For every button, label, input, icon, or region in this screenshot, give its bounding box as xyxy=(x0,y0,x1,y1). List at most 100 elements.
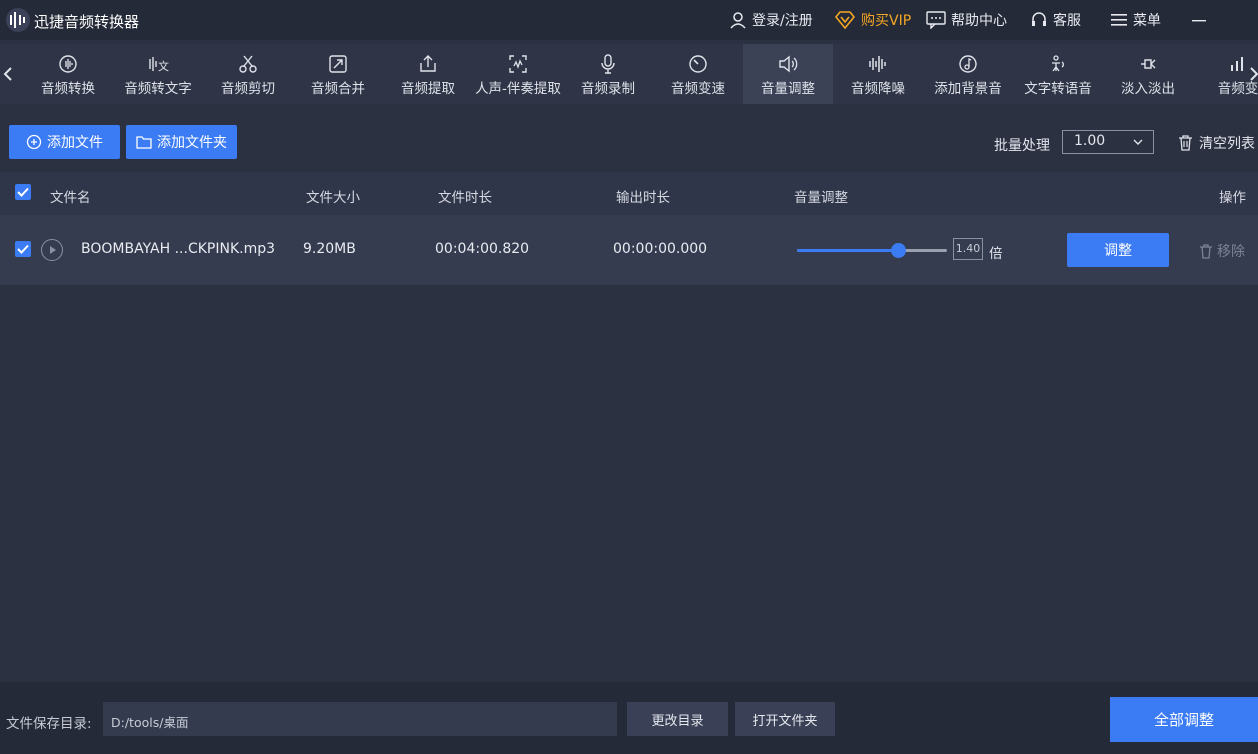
tool-vocal-extract[interactable]: 人声-伴奏提取 xyxy=(473,44,563,104)
background-music-icon xyxy=(959,55,977,73)
add-file-button[interactable]: 添加文件 xyxy=(9,125,120,159)
header-file-duration: 文件时长 xyxy=(438,190,492,206)
svg-text:文: 文 xyxy=(158,59,169,73)
clear-list-button[interactable]: 清空列表 xyxy=(1178,133,1255,153)
microphone-icon xyxy=(601,54,615,74)
service-label: 客服 xyxy=(1053,13,1081,29)
tool-speed[interactable]: 音频变速 xyxy=(653,44,743,104)
select-all-checkbox[interactable] xyxy=(15,184,31,200)
trash-icon xyxy=(1200,243,1212,259)
add-folder-button[interactable]: 添加文件夹 xyxy=(126,125,237,159)
volume-icon xyxy=(779,55,798,73)
batch-volume-select[interactable]: 1.00 xyxy=(1062,130,1154,154)
adjust-all-button[interactable]: 全部调整 xyxy=(1110,697,1258,742)
tool-audio-convert[interactable]: 音频转换 xyxy=(23,44,113,104)
chevron-left-icon xyxy=(3,67,12,81)
open-folder-button[interactable]: 打开文件夹 xyxy=(735,702,835,736)
tool-label: 音频变速 xyxy=(671,81,725,97)
bottom-bar: 文件保存目录: D:/tools/桌面 更改目录 打开文件夹 全部调整 xyxy=(0,682,1258,754)
row-checkbox[interactable] xyxy=(15,241,31,257)
menu-label: 菜单 xyxy=(1133,13,1161,29)
tool-label: 音频转换 xyxy=(41,81,95,97)
batch-process-label: 批量处理 xyxy=(994,138,1050,154)
output-duration: 00:00:00.000 xyxy=(613,241,708,257)
tool-label: 文字转语音 xyxy=(1024,81,1092,97)
file-duration: 00:04:00.820 xyxy=(435,241,530,257)
scissors-icon xyxy=(239,55,257,73)
audio-convert-icon xyxy=(59,55,77,73)
help-center-button[interactable]: 帮助中心 xyxy=(926,9,1007,31)
change-directory-button[interactable]: 更改目录 xyxy=(627,702,728,736)
tool-merge[interactable]: 音频合并 xyxy=(293,44,383,104)
tool-label: 添加背景音 xyxy=(934,81,1002,97)
tool-audio-bars[interactable]: 音频变 xyxy=(1193,44,1258,104)
vocal-extract-icon xyxy=(509,55,527,73)
scroll-right-button[interactable] xyxy=(1250,44,1258,104)
tool-label: 音频合并 xyxy=(311,81,365,97)
login-button[interactable]: 登录/注册 xyxy=(729,9,813,31)
add-folder-label: 添加文件夹 xyxy=(157,135,227,151)
tool-label: 音频提取 xyxy=(401,81,455,97)
help-label: 帮助中心 xyxy=(951,13,1007,29)
header-volume: 音量调整 xyxy=(794,190,848,206)
play-icon xyxy=(50,246,56,254)
volume-value-box[interactable]: 1.40 xyxy=(953,238,983,260)
audio-bars-icon xyxy=(1231,57,1243,71)
header-file-size: 文件大小 xyxy=(306,190,360,206)
save-directory-field[interactable]: D:/tools/桌面 xyxy=(103,702,617,736)
tool-speech-to-text[interactable]: 文音频转文字 xyxy=(113,44,203,104)
adjust-button[interactable]: 调整 xyxy=(1067,233,1169,267)
tool-label: 音频剪切 xyxy=(221,81,275,97)
file-size: 9.20MB xyxy=(303,241,356,257)
title-bar: 迅捷音频转换器 登录/注册 购买VIP 帮助中心 客服 菜单 xyxy=(0,0,1258,40)
plus-circle-icon xyxy=(26,134,42,150)
tool-label: 淡入淡出 xyxy=(1121,81,1175,97)
remove-button[interactable]: 移除 xyxy=(1199,241,1245,261)
buy-vip-button[interactable]: 购买VIP xyxy=(834,9,911,31)
tool-strip: 音频转换 文音频转文字音频剪切 音频合并 音频提取 人声-伴奏提取 音频录制 音频变速 音量调… xyxy=(0,44,1258,104)
batch-volume-value: 1.00 xyxy=(1074,133,1106,149)
remove-label: 移除 xyxy=(1217,244,1245,260)
volume-unit: 倍 xyxy=(989,246,1003,262)
tool-label: 音频变 xyxy=(1217,81,1258,97)
tool-fade[interactable]: 淡入淡出 xyxy=(1103,44,1193,104)
play-button[interactable] xyxy=(41,239,63,261)
app-title: 迅捷音频转换器 xyxy=(34,13,140,31)
denoise-icon xyxy=(869,56,886,72)
headset-icon xyxy=(1032,12,1046,26)
merge-icon xyxy=(329,55,347,73)
tool-text-to-speech[interactable]: 文字转语音 xyxy=(1013,44,1103,104)
checkmark-icon xyxy=(17,187,29,197)
chat-bubble-icon xyxy=(926,11,946,29)
tool-microphone[interactable]: 音频录制 xyxy=(563,44,653,104)
minimize-icon xyxy=(1192,20,1206,22)
tool-scissors[interactable]: 音频剪切 xyxy=(203,44,293,104)
minimize-button[interactable] xyxy=(1190,9,1213,31)
folder-icon xyxy=(136,136,152,149)
add-file-label: 添加文件 xyxy=(47,135,103,151)
tool-background-music[interactable]: 添加背景音 xyxy=(923,44,1013,104)
vip-label: 购买VIP xyxy=(861,13,912,29)
text-to-speech-icon xyxy=(1052,55,1064,72)
volume-slider[interactable] xyxy=(797,243,947,258)
scroll-left-button[interactable] xyxy=(0,44,16,104)
tool-extract[interactable]: 音频提取 xyxy=(383,44,473,104)
header-operations: 操作 xyxy=(1219,190,1246,206)
tool-volume[interactable]: 音量调整 xyxy=(743,44,833,104)
tool-label: 音频降噪 xyxy=(851,81,905,97)
hamburger-icon xyxy=(1111,14,1127,26)
tool-denoise[interactable]: 音频降噪 xyxy=(833,44,923,104)
tool-label: 音频录制 xyxy=(581,81,635,97)
chevron-right-icon xyxy=(1250,67,1258,81)
table-row: BOOMBAYAH ...CKPINK.mp3 9.20MB 00:04:00.… xyxy=(0,215,1258,285)
menu-button[interactable]: 菜单 xyxy=(1110,9,1161,31)
fade-icon xyxy=(1141,59,1156,69)
tool-label: 人声-伴奏提取 xyxy=(475,81,561,97)
checkmark-icon xyxy=(17,244,29,254)
volume-slider-thumb[interactable] xyxy=(890,243,906,258)
customer-service-button[interactable]: 客服 xyxy=(1030,9,1081,31)
volume-slider-fill xyxy=(797,249,898,252)
file-name: BOOMBAYAH ...CKPINK.mp3 xyxy=(81,241,276,257)
extract-icon xyxy=(420,55,436,72)
speed-icon xyxy=(689,55,707,73)
